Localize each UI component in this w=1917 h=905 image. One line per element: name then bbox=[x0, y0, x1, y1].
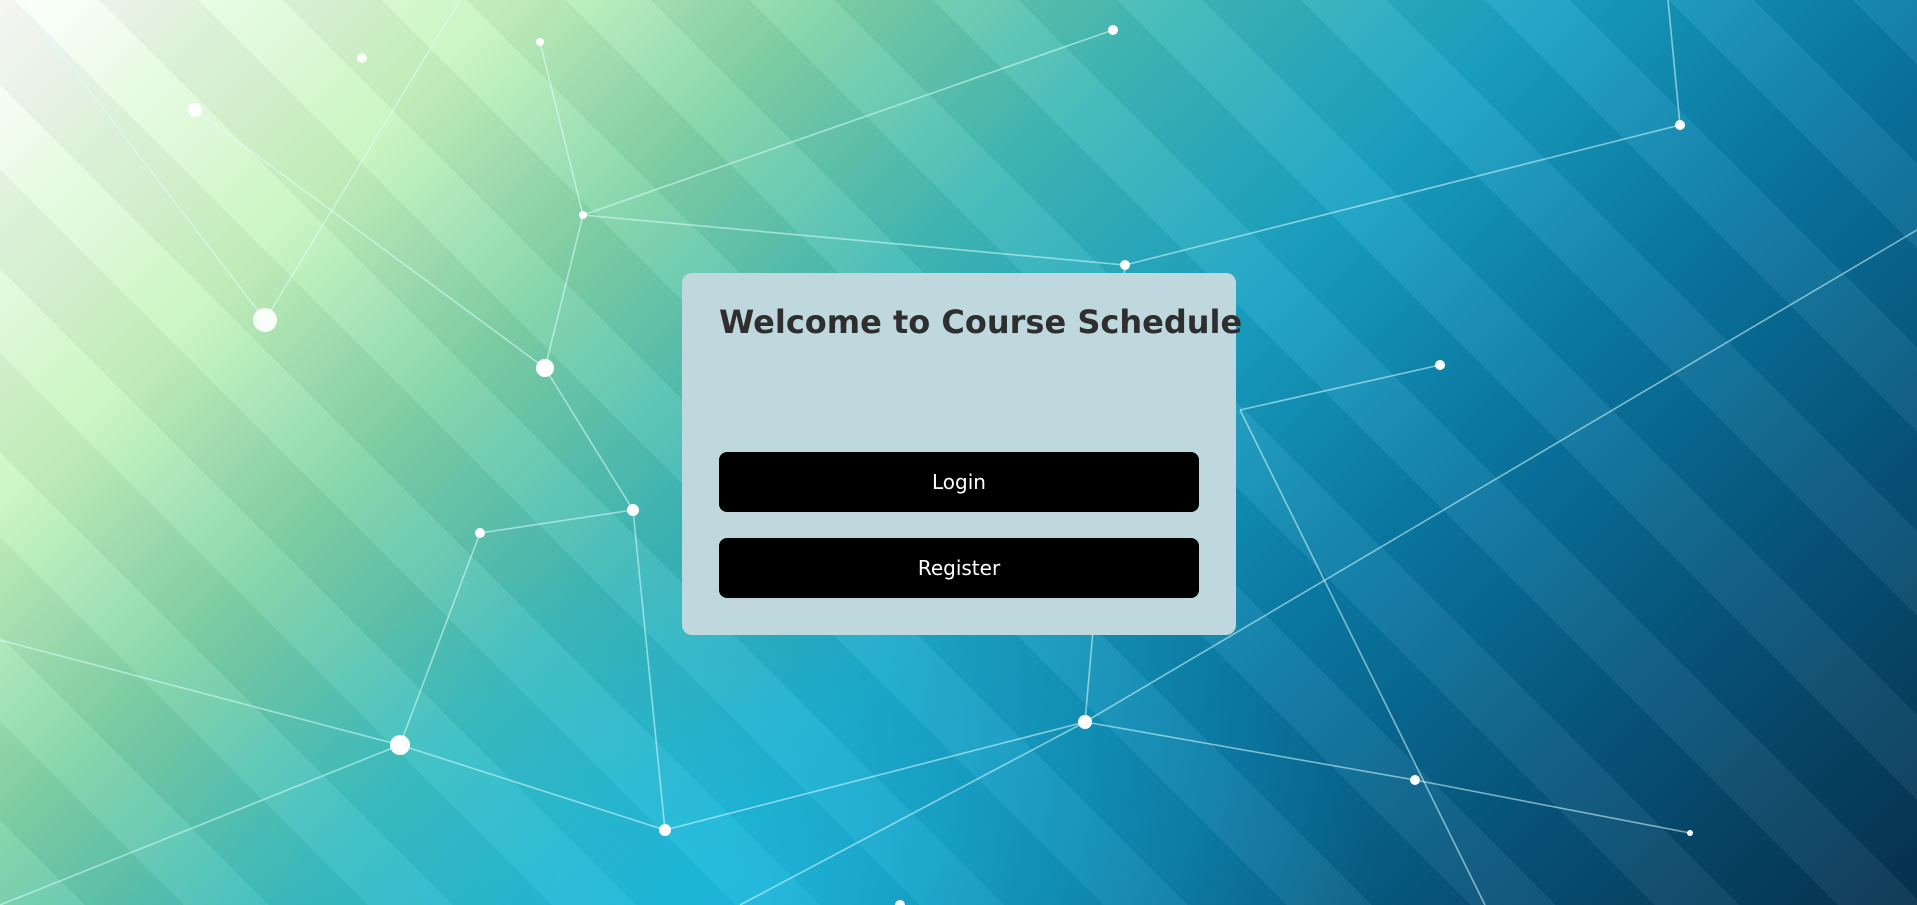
welcome-card: Welcome to Course Schedule Login Registe… bbox=[682, 273, 1243, 635]
register-button[interactable]: Register bbox=[719, 538, 1199, 598]
page-title: Welcome to Course Schedule bbox=[719, 303, 1243, 341]
login-button[interactable]: Login bbox=[719, 452, 1199, 512]
